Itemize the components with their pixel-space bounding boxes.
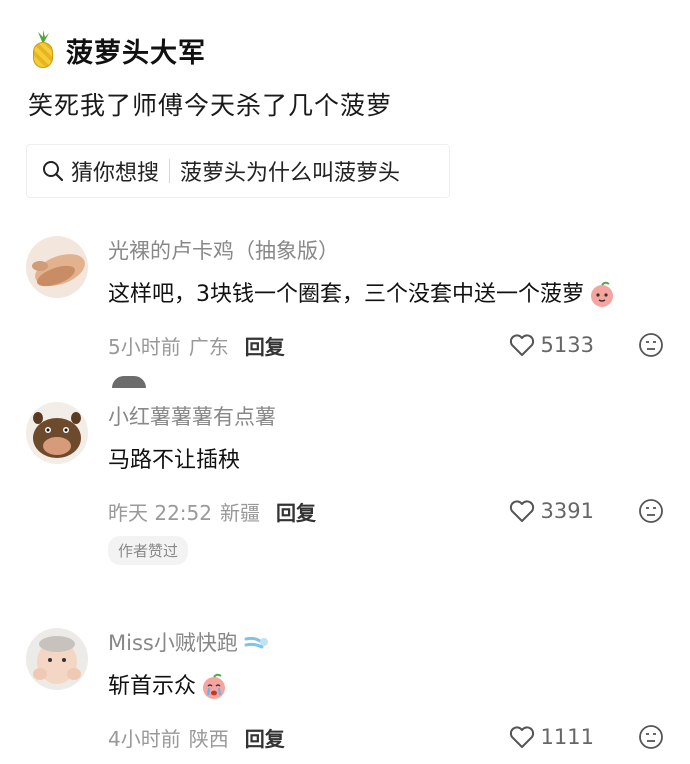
avatar[interactable] xyxy=(26,236,88,298)
avatar[interactable] xyxy=(26,628,88,690)
author-liked-badge: 作者赞过 xyxy=(108,536,189,565)
comment-meta: 4小时前 陕西 回复 1111 xyxy=(108,720,664,754)
search-prefix: 猜你想搜 xyxy=(71,161,160,186)
post-title: 笑死我了师傅今天杀了几个菠萝 xyxy=(28,91,393,120)
username[interactable]: Miss小贼快跑 xyxy=(108,628,664,658)
like-button[interactable]: 1111 xyxy=(509,725,594,749)
reply-button[interactable]: 回复 xyxy=(245,723,285,752)
reply-button[interactable]: 回复 xyxy=(245,331,285,360)
comment-time: 5小时前 xyxy=(108,334,181,359)
comment-meta: 5小时前 广东 回复 5133 xyxy=(108,328,664,362)
username[interactable]: 小红薯薯薯有点薯 xyxy=(108,402,664,432)
search-icon xyxy=(43,161,64,182)
reply-button[interactable]: 回复 xyxy=(276,497,316,526)
comment-time: 4小时前 xyxy=(108,726,181,751)
peach-face-emoji xyxy=(591,281,613,307)
avatar[interactable] xyxy=(26,402,88,464)
search-query[interactable]: 菠萝头为什么叫菠萝头 xyxy=(180,155,400,187)
like-count: 5133 xyxy=(540,333,594,357)
like-button[interactable]: 3391 xyxy=(509,499,594,523)
comment-text-content: 这样吧，3块钱一个圈套，三个没套中送一个菠萝 xyxy=(108,282,584,307)
group-header[interactable]: 菠萝头大军 xyxy=(28,30,206,70)
avatar xyxy=(112,376,146,388)
comment-location: 陕西 xyxy=(188,726,229,751)
emoji-reaction-icon[interactable] xyxy=(638,332,664,358)
divider xyxy=(169,159,171,183)
pineapple-icon xyxy=(28,30,58,70)
username-text: Miss小贼快跑 xyxy=(108,631,238,655)
comment-time: 昨天 22:52 xyxy=(108,500,212,525)
heart-icon xyxy=(509,334,534,356)
like-button[interactable]: 5133 xyxy=(509,333,594,357)
comment-location: 新疆 xyxy=(220,500,260,525)
comment-location: 广东 xyxy=(188,334,229,359)
group-name[interactable]: 菠萝头大军 xyxy=(66,31,206,70)
comment-text: 斩首示众 xyxy=(108,670,664,704)
emoji-reaction-icon[interactable] xyxy=(638,724,664,750)
crying-face-emoji xyxy=(203,673,226,699)
comment-text: 马路不让插秧 xyxy=(108,448,241,473)
comment-text-content: 斩首示众 xyxy=(108,674,197,699)
username[interactable]: 光裸的卢卡鸡（抽象版） xyxy=(108,236,664,266)
emoji-reaction-icon[interactable] xyxy=(638,498,664,524)
dash-emoji xyxy=(244,636,268,649)
comment-text: 这样吧，3块钱一个圈套，三个没套中送一个菠萝 xyxy=(108,278,664,312)
heart-icon xyxy=(509,500,534,522)
search-suggestion[interactable]: 猜你想搜 菠萝头为什么叫菠萝头 xyxy=(26,144,450,198)
heart-icon xyxy=(509,726,534,748)
like-count: 3391 xyxy=(540,499,594,523)
like-count: 1111 xyxy=(540,725,594,749)
comment-meta: 昨天 22:52 新疆 回复 3391 xyxy=(108,494,664,528)
